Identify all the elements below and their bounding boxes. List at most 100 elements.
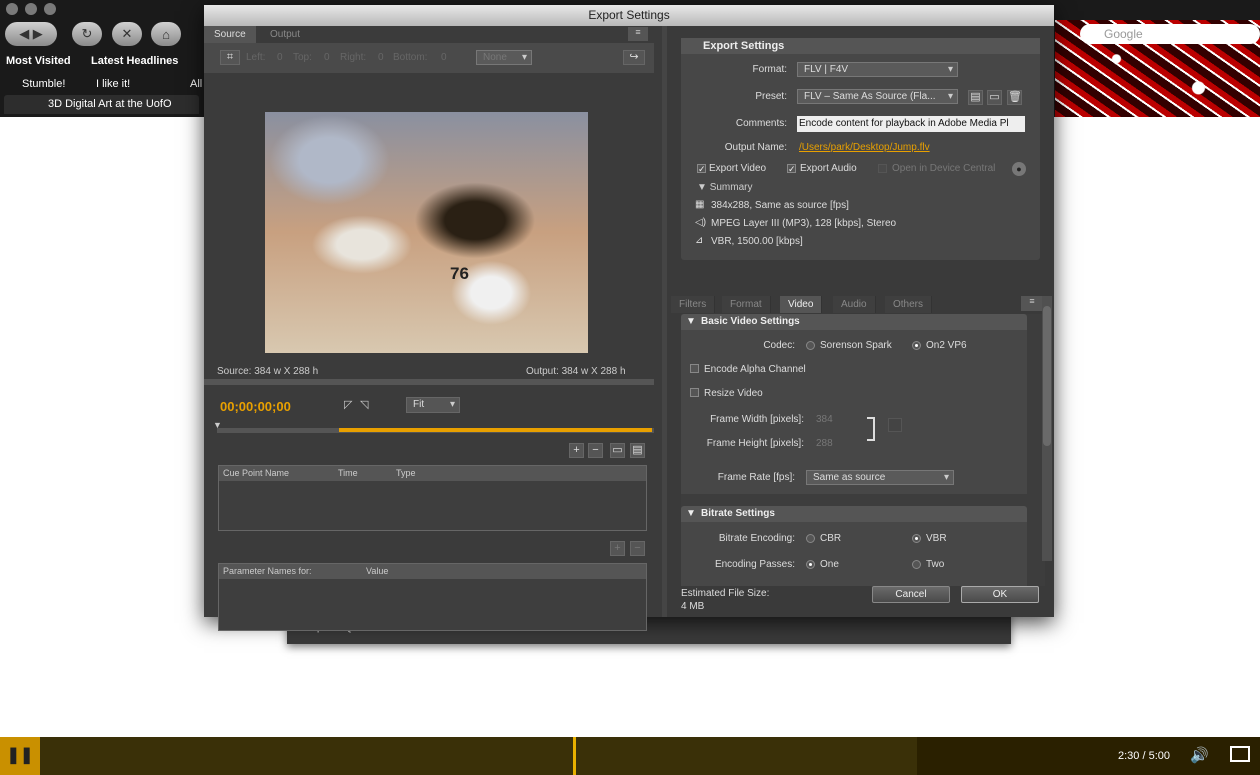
ok-button[interactable]: OK — [961, 586, 1039, 603]
open-folder-icon[interactable]: ▭ — [610, 443, 625, 458]
add-cue-point-button[interactable]: + — [569, 443, 584, 458]
volume-icon[interactable]: 🔊 — [1190, 746, 1209, 764]
crop-right-value[interactable]: 0 — [378, 52, 384, 63]
search-input[interactable]: Google — [1080, 24, 1260, 44]
bookmark-latest-headlines[interactable]: Latest Headlines — [91, 55, 178, 67]
codec-sorenson-label: Sorenson Spark — [820, 340, 892, 351]
zoom-select[interactable]: Fit — [406, 397, 460, 413]
codec-sorenson-radio[interactable] — [806, 341, 815, 350]
reload-button[interactable]: ↻ — [72, 22, 102, 46]
like-button[interactable]: I like it! — [96, 78, 130, 90]
playhead-icon[interactable]: ▼ — [213, 420, 222, 430]
back-forward-button[interactable]: ◀ ▶ — [5, 22, 57, 46]
stumble-button[interactable]: Stumble! — [22, 78, 65, 90]
window-minimize-icon[interactable] — [25, 3, 37, 15]
tab-format[interactable]: Format — [722, 296, 771, 313]
export-audio-label: Export Audio — [800, 163, 857, 174]
crop-icon[interactable]: ⌗ — [220, 50, 240, 65]
jersey-number: 76 — [450, 264, 469, 283]
tab-video[interactable]: Video — [780, 296, 823, 313]
crop-bottom-value[interactable]: 0 — [441, 52, 447, 63]
pause-icon: ❚❚ — [6, 747, 34, 764]
codec-vp6-radio[interactable] — [912, 341, 921, 350]
fullscreen-icon[interactable] — [1230, 746, 1250, 762]
source-preview-pane: Source Output ≡ ⌗ Left: 0 Top: 0 Right: … — [204, 26, 662, 631]
format-select[interactable]: FLV | F4V — [797, 62, 958, 77]
device-central-checkbox[interactable] — [878, 164, 887, 173]
cbr-radio[interactable] — [806, 534, 815, 543]
device-central-icon[interactable]: ● — [1012, 162, 1026, 176]
playhead-marker[interactable] — [573, 737, 576, 775]
column-type[interactable]: Type — [396, 466, 416, 481]
browser-tab[interactable]: 3D Digital Art at the UofO — [4, 95, 199, 114]
column-parameter-names[interactable]: Parameter Names for: — [223, 564, 312, 579]
frame-width-value[interactable]: 384 — [816, 414, 833, 425]
playback-progress[interactable] — [40, 737, 917, 775]
column-time[interactable]: Time — [338, 466, 358, 481]
constrain-proportions-icon[interactable] — [888, 418, 902, 432]
output-name-link[interactable]: /Users/park/Desktop/Jump.flv — [799, 142, 930, 153]
window-close-icon[interactable] — [6, 3, 18, 15]
mark-out-icon[interactable]: ◹ — [360, 398, 368, 411]
pause-button[interactable]: ❚❚ — [0, 737, 40, 775]
window-zoom-icon[interactable] — [44, 3, 56, 15]
alpha-checkbox[interactable] — [690, 364, 699, 373]
column-value[interactable]: Value — [366, 564, 388, 579]
crop-ratio-select[interactable]: None — [476, 50, 532, 65]
home-button[interactable]: ⌂ — [151, 22, 181, 46]
remove-cue-point-button[interactable]: − — [588, 443, 603, 458]
two-pass-label: Two — [926, 559, 945, 570]
export-video-label: Export Video — [709, 163, 767, 174]
work-area-bar[interactable] — [339, 428, 652, 432]
crop-top-value[interactable]: 0 — [324, 52, 330, 63]
preview-hscrollbar[interactable] — [204, 379, 654, 385]
import-preset-icon[interactable]: ▭ — [987, 90, 1002, 105]
source-size: Source: 384 w X 288 h — [217, 366, 319, 377]
all-menu[interactable]: All — [190, 78, 202, 90]
timecode[interactable]: 00;00;00;00 — [220, 399, 291, 414]
settings-scrollbar[interactable] — [1042, 296, 1052, 561]
vbr-radio[interactable] — [912, 534, 921, 543]
video-preview: 76 — [265, 112, 588, 353]
remove-parameter-button[interactable]: − — [630, 541, 645, 556]
save-preset-icon[interactable]: ▤ — [968, 90, 983, 105]
tab-source[interactable]: Source — [204, 26, 256, 43]
delete-preset-icon[interactable]: 🗑 — [1007, 90, 1022, 105]
vbr-label: VBR — [926, 533, 947, 544]
two-pass-radio[interactable] — [912, 560, 921, 569]
preset-select[interactable]: FLV – Same As Source (Fla... — [797, 89, 958, 104]
tab-menu-icon[interactable]: ≡ — [1021, 296, 1043, 311]
tab-output[interactable]: Output — [260, 26, 311, 43]
video-summary-icon: ▦ — [695, 199, 705, 210]
bitrate-encoding-label: Bitrate Encoding: — [718, 533, 795, 544]
crop-left-value[interactable]: 0 — [277, 52, 283, 63]
crop-bottom-label: Bottom: — [393, 52, 428, 63]
basic-video-settings-header[interactable]: ▼ Basic Video Settings — [681, 314, 1027, 330]
summary-toggle[interactable]: ▼ Summary — [697, 182, 752, 193]
tab-others[interactable]: Others — [885, 296, 933, 313]
one-pass-radio[interactable] — [806, 560, 815, 569]
scrollbar-thumb[interactable] — [1043, 306, 1051, 446]
save-cue-icon[interactable]: ▤ — [630, 443, 645, 458]
tab-audio[interactable]: Audio — [833, 296, 876, 313]
rotate-icon[interactable]: ↪ — [623, 50, 645, 65]
bookmark-most-visited[interactable]: Most Visited — [6, 55, 71, 67]
dialog-title: Export Settings — [204, 5, 1054, 26]
add-parameter-button[interactable]: + — [610, 541, 625, 556]
mark-in-icon[interactable]: ◸ — [344, 398, 352, 411]
output-name-label: Output Name: — [724, 142, 787, 153]
export-video-checkbox[interactable]: ✓ — [697, 164, 706, 174]
export-audio-checkbox[interactable]: ✓ — [787, 164, 796, 174]
panel-menu-icon[interactable]: ≡ — [628, 27, 648, 41]
comments-field[interactable]: Encode content for playback in Adobe Med… — [797, 116, 1025, 132]
stop-button[interactable]: ✕ — [112, 22, 142, 46]
one-pass-label: One — [820, 559, 839, 570]
resize-checkbox[interactable] — [690, 388, 699, 397]
bitrate-settings-header[interactable]: ▼ Bitrate Settings — [681, 506, 1027, 522]
frame-rate-select[interactable]: Same as source — [806, 470, 954, 485]
tab-filters[interactable]: Filters — [671, 296, 716, 313]
column-cue-point-name[interactable]: Cue Point Name — [223, 466, 289, 481]
frame-height-value[interactable]: 288 — [816, 438, 833, 449]
cancel-button[interactable]: Cancel — [872, 586, 950, 603]
resize-label: Resize Video — [704, 388, 763, 399]
